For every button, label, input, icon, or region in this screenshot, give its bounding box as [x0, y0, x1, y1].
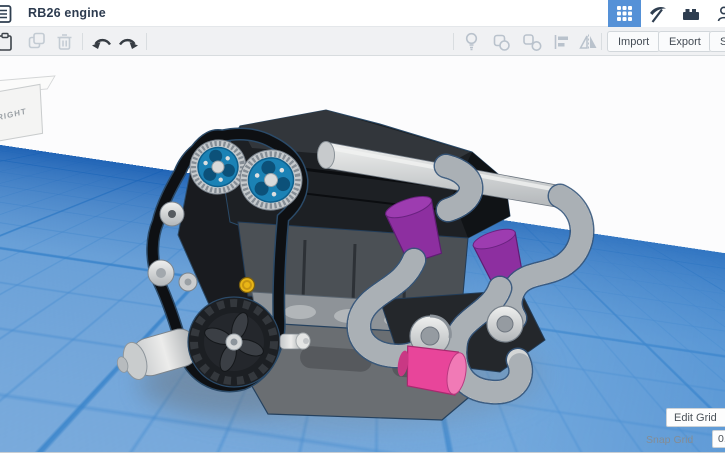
- toolbar-separator: [146, 33, 147, 50]
- redo-icon[interactable]: [117, 35, 139, 51]
- edit-grid-button[interactable]: Edit Grid: [666, 408, 725, 427]
- ungroup-icon[interactable]: [523, 34, 542, 51]
- export-button[interactable]: Export: [658, 31, 712, 52]
- document-title[interactable]: RB26 engine: [28, 6, 106, 20]
- profile-button[interactable]: [707, 0, 725, 27]
- snap-grid-label: Snap Grid: [646, 434, 694, 446]
- oil-cap[interactable]: [238, 276, 256, 294]
- toolbar-separator: [82, 33, 83, 50]
- duplicate-icon[interactable]: [28, 32, 46, 50]
- delete-icon[interactable]: [56, 32, 73, 51]
- paste-icon[interactable]: [0, 32, 13, 51]
- align-icon[interactable]: [553, 34, 570, 50]
- turbocharger-right[interactable]: [486, 305, 524, 343]
- person-icon: [717, 6, 725, 22]
- group-icon[interactable]: [493, 34, 511, 51]
- grid-icon: [617, 6, 632, 21]
- block-view-button[interactable]: [641, 0, 674, 27]
- view-switcher: [608, 0, 725, 27]
- viewcube-label: RIGHT: [0, 106, 28, 122]
- toolbar-separator: [601, 33, 602, 50]
- snap-grid-dropdown[interactable]: 0.25: [712, 430, 725, 448]
- flip-icon[interactable]: [579, 34, 598, 50]
- crank-shaft[interactable]: [279, 332, 311, 350]
- import-button[interactable]: Import: [607, 31, 661, 52]
- toolbar-separator: [453, 33, 454, 50]
- brick-icon: [682, 9, 699, 20]
- brick-view-button[interactable]: [674, 0, 707, 27]
- 3d-view-button[interactable]: [608, 0, 641, 27]
- toolbar: Import Export Send To: [0, 27, 725, 56]
- send-to-button[interactable]: Send To: [709, 31, 725, 52]
- engine-model[interactable]: [0, 0, 725, 453]
- designs-menu-icon[interactable]: [0, 4, 13, 24]
- show-all-icon[interactable]: [463, 32, 480, 51]
- crank-pulley-fan[interactable]: [187, 296, 281, 388]
- undo-icon[interactable]: [91, 35, 113, 51]
- pickaxe-icon: [650, 6, 666, 23]
- snap-grid-value: 0.25: [718, 433, 725, 445]
- titlebar: RB26 engine: [0, 0, 725, 27]
- tinkercad-app: RIGHT Edit Grid Snap Grid 0.25: [0, 0, 725, 453]
